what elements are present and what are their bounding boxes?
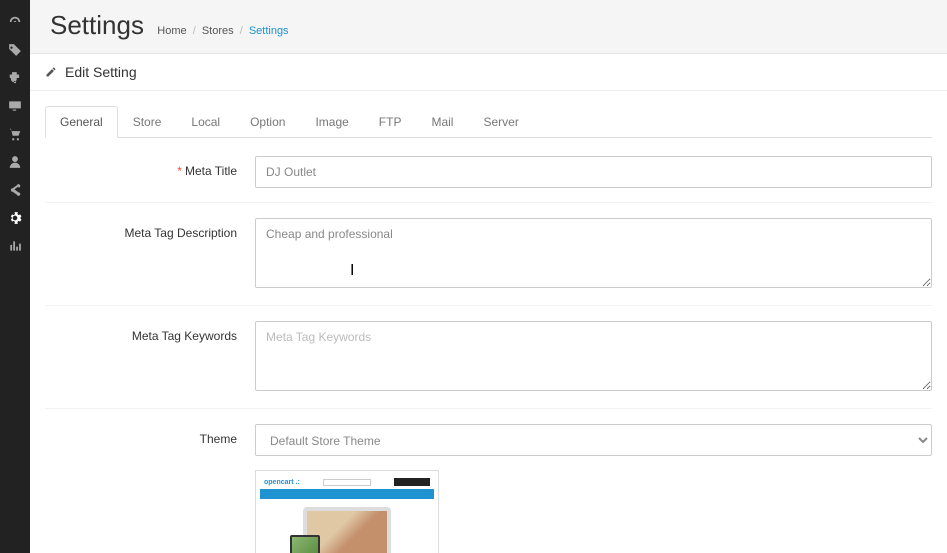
meta-title-input[interactable]: [255, 156, 932, 188]
tab-image[interactable]: Image: [300, 106, 363, 138]
preview-tablet-icon: [290, 535, 320, 553]
page-title: Settings: [50, 10, 144, 41]
sidebar-dashboard[interactable]: [0, 8, 30, 36]
tags-icon: [8, 43, 22, 57]
gear-icon: [8, 211, 22, 225]
preview-hero: [260, 499, 434, 553]
label-meta-title: *Meta Title: [45, 156, 255, 178]
edit-setting-panel: Edit Setting General Store Local Option …: [30, 54, 947, 553]
sidebar-share[interactable]: [0, 176, 30, 204]
tab-general[interactable]: General: [45, 106, 118, 138]
sidebar-user[interactable]: [0, 148, 30, 176]
dashboard-icon: [8, 15, 22, 29]
admin-sidebar: [0, 0, 30, 553]
sidebar-monitor[interactable]: [0, 92, 30, 120]
theme-preview: opencart .: — • —: [255, 470, 439, 553]
share-icon: [8, 183, 22, 197]
meta-description-input[interactable]: Cheap and professional: [255, 218, 932, 288]
breadcrumb-stores[interactable]: Stores: [202, 25, 234, 37]
monitor-icon: [8, 99, 22, 113]
required-star: *: [177, 164, 182, 178]
breadcrumb-home[interactable]: Home: [157, 25, 186, 37]
text-cursor-icon: I: [350, 262, 354, 280]
chart-icon: [8, 239, 22, 253]
tab-ftp[interactable]: FTP: [364, 106, 417, 138]
sidebar-settings[interactable]: [0, 204, 30, 232]
row-theme: Theme Default Store Theme opencart .:: [45, 424, 932, 553]
label-meta-description: Meta Tag Description: [45, 218, 255, 240]
preview-cart-btn: [394, 478, 430, 486]
row-meta-title: *Meta Title: [45, 156, 932, 203]
label-theme: Theme: [45, 424, 255, 446]
panel-heading: Edit Setting: [30, 54, 947, 91]
sidebar-cart[interactable]: [0, 120, 30, 148]
tab-option[interactable]: Option: [235, 106, 300, 138]
pencil-icon: [45, 66, 57, 78]
main-content: Settings Home / Stores / Settings Edit S…: [30, 0, 947, 553]
meta-keywords-input[interactable]: [255, 321, 932, 391]
label-meta-keywords: Meta Tag Keywords: [45, 321, 255, 343]
theme-select[interactable]: Default Store Theme: [255, 424, 932, 456]
sidebar-reports[interactable]: [0, 232, 30, 260]
row-meta-description: Meta Tag Description Cheap and professio…: [45, 218, 932, 306]
row-meta-keywords: Meta Tag Keywords: [45, 321, 932, 409]
tab-server[interactable]: Server: [468, 106, 533, 138]
plugin-icon: [8, 71, 22, 85]
settings-tabs: General Store Local Option Image FTP Mai…: [45, 106, 932, 138]
sidebar-tags[interactable]: [0, 36, 30, 64]
panel-title: Edit Setting: [65, 64, 137, 80]
page-header: Settings Home / Stores / Settings: [30, 0, 947, 54]
breadcrumb: Home / Stores / Settings: [157, 25, 288, 37]
tab-local[interactable]: Local: [176, 106, 235, 138]
preview-search: [323, 479, 371, 486]
preview-logo: opencart .:: [264, 479, 300, 486]
sidebar-plugin[interactable]: [0, 64, 30, 92]
tab-store[interactable]: Store: [118, 106, 177, 138]
preview-nav: [260, 489, 434, 499]
breadcrumb-current: Settings: [249, 25, 289, 37]
user-icon: [8, 155, 22, 169]
tab-mail[interactable]: Mail: [416, 106, 468, 138]
cart-icon: [8, 127, 22, 141]
